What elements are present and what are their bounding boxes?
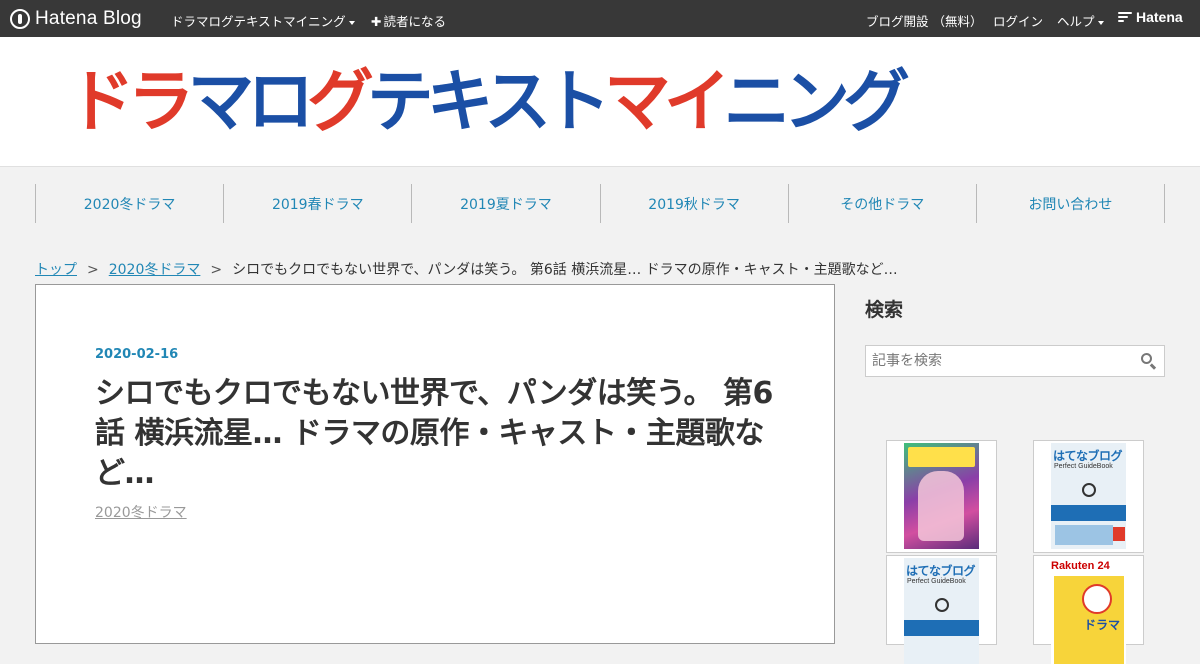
book-ad-hatena-guide[interactable]: はてなブログ Perfect GuideBook xyxy=(1033,440,1144,553)
blog-title-part: ニング xyxy=(723,63,910,142)
hatena-blog-logo-text: Hatena Blog xyxy=(35,8,142,29)
blog-title-part: ドラ xyxy=(68,63,194,142)
nav-item-contact[interactable]: お問い合わせ xyxy=(975,184,1166,223)
blog-title[interactable]: ドラマログテキストマイニング xyxy=(68,63,910,142)
help-label: ヘルプ xyxy=(1057,14,1095,29)
hatena-logo[interactable]: Hatena xyxy=(1118,9,1183,25)
chevron-down-icon xyxy=(348,20,355,25)
breadcrumb-top-link[interactable]: トップ xyxy=(35,262,77,278)
breadcrumb-category-link[interactable]: 2020冬ドラマ xyxy=(109,262,201,278)
search-section-title: 検索 xyxy=(865,299,904,321)
hatena-logo-text: Hatena xyxy=(1136,9,1183,25)
blog-title-part: テキスト xyxy=(366,63,611,142)
hatena-blog-logo[interactable]: Hatena Blog xyxy=(10,7,142,31)
nav-item-other[interactable]: その他ドラマ xyxy=(787,184,976,223)
login-link[interactable]: ログイン xyxy=(993,11,1043,30)
search-input[interactable] xyxy=(866,346,1134,376)
nav-item-2020-winter[interactable]: 2020冬ドラマ xyxy=(35,184,223,223)
search-icon xyxy=(1141,353,1152,364)
book-cover-image: Rakuten 24 ドラマ xyxy=(1051,558,1126,664)
book-cover-subtitle: Perfect GuideBook xyxy=(1054,463,1113,470)
blog-menu-label: ドラマログテキストマイニング xyxy=(171,14,346,29)
help-dropdown[interactable]: ヘルプ xyxy=(1057,11,1104,30)
article-category-link[interactable]: 2020冬ドラマ xyxy=(95,502,187,522)
search-button[interactable] xyxy=(1140,352,1158,370)
chevron-down-icon xyxy=(1097,20,1104,25)
article-card: 2020-02-16 シロでもクロでもない世界で、パンダは笑う。 第6話 横浜流… xyxy=(35,284,835,644)
global-header-bar: Hatena Blog ドラマログテキストマイニング ✚ 読者になる ブログ開設 … xyxy=(0,0,1200,37)
category-nav: 2020冬ドラマ 2019春ドラマ 2019夏ドラマ 2019秋ドラマ その他ド… xyxy=(35,184,1166,223)
book-cover-subtitle: Perfect GuideBook xyxy=(907,578,966,585)
book-cover-image: はてなブログ Perfect GuideBook xyxy=(1051,443,1126,549)
book-cover-title: はてなブログ xyxy=(906,564,976,578)
search-form xyxy=(865,345,1165,377)
drama-label: ドラマ xyxy=(1084,618,1121,632)
blog-title-part: マイ xyxy=(604,63,730,142)
book-ad-rakuten[interactable]: Rakuten 24 ドラマ xyxy=(1033,555,1144,664)
blog-menu-dropdown[interactable]: ドラマログテキストマイニング xyxy=(171,11,355,30)
hatena-blog-icon xyxy=(1082,483,1096,497)
nav-item-2019-summer[interactable]: 2019夏ドラマ xyxy=(411,184,599,223)
plus-icon: ✚ xyxy=(371,14,382,29)
book-ad-hatena-guide-2[interactable]: はてなブログ Perfect GuideBook xyxy=(886,555,997,664)
hatena-blog-icon xyxy=(935,598,949,612)
breadcrumb-separator: > xyxy=(87,262,99,278)
nav-item-2019-spring[interactable]: 2019春ドラマ xyxy=(223,184,411,223)
hatena-mark-icon xyxy=(1118,11,1132,23)
subscribe-button[interactable]: ✚ 読者になる xyxy=(371,11,446,30)
breadcrumb-separator: > xyxy=(210,262,223,278)
book-cover-image xyxy=(904,443,979,549)
nav-item-2019-autumn[interactable]: 2019秋ドラマ xyxy=(599,184,788,223)
open-blog-link[interactable]: ブログ開設 （無料） xyxy=(866,11,982,30)
blog-title-part: マロ xyxy=(187,63,314,142)
rakuten-label: Rakuten 24 xyxy=(1051,560,1110,572)
book-ad-anime[interactable] xyxy=(886,440,997,553)
blog-header: ドラマログテキストマイニング xyxy=(0,37,1200,167)
article-date[interactable]: 2020-02-16 xyxy=(95,347,178,362)
hatena-blog-logo-icon xyxy=(10,9,30,29)
blog-title-part: グ xyxy=(307,63,374,142)
breadcrumb: トップ >2020冬ドラマ > シロでもクロでもない世界で、パンダは笑う。 第6話 横… xyxy=(35,259,898,279)
book-cover-image: はてなブログ Perfect GuideBook xyxy=(904,558,979,664)
breadcrumb-current: シロでもクロでもない世界で、パンダは笑う。 第6話 横浜流星… ドラマの原作・キ… xyxy=(232,262,898,278)
article-title[interactable]: シロでもクロでもない世界で、パンダは笑う。 第6話 横浜流星… ドラマの原作・キ… xyxy=(95,374,775,494)
book-cover-title: はてなブログ xyxy=(1053,449,1123,463)
subscribe-label: 読者になる xyxy=(383,14,446,29)
